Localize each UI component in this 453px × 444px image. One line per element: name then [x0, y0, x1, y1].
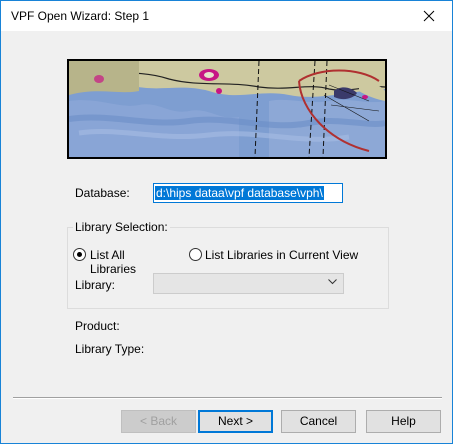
wizard-window: VPF Open Wizard: Step 1 Database: d:\hip…: [0, 0, 453, 444]
library-label: Library:: [75, 278, 116, 292]
library-select[interactable]: [153, 273, 344, 294]
library-type-label: Library Type:: [75, 342, 145, 356]
database-input-value: d:\hips dataa\vpf database\vph\: [155, 186, 324, 200]
library-selection-label: Library Selection:: [73, 220, 170, 234]
help-button[interactable]: Help: [366, 410, 441, 433]
window-title: VPF Open Wizard: Step 1: [11, 9, 150, 23]
radio-checked-icon: [73, 248, 86, 261]
radio-unchecked-icon: [189, 248, 202, 261]
close-button[interactable]: [406, 1, 452, 31]
radio-current-label: List Libraries in Current View: [205, 248, 359, 262]
chevron-down-icon: [328, 279, 337, 285]
title-bar[interactable]: VPF Open Wizard: Step 1: [1, 1, 452, 31]
radio-list-all-libraries[interactable]: List All Libraries: [73, 247, 173, 276]
divider: [13, 397, 442, 399]
cancel-button[interactable]: Cancel: [281, 410, 356, 433]
next-button[interactable]: Next >: [198, 410, 273, 433]
map-preview-image: [67, 59, 387, 159]
database-input[interactable]: d:\hips dataa\vpf database\vph\: [153, 183, 343, 203]
close-icon: [423, 10, 435, 22]
product-label: Product:: [75, 319, 120, 333]
back-button[interactable]: < Back: [121, 410, 196, 433]
radio-list-current-view[interactable]: List Libraries in Current View: [189, 247, 358, 263]
database-label: Database:: [75, 186, 130, 200]
radio-all-label: List All Libraries: [90, 248, 137, 276]
